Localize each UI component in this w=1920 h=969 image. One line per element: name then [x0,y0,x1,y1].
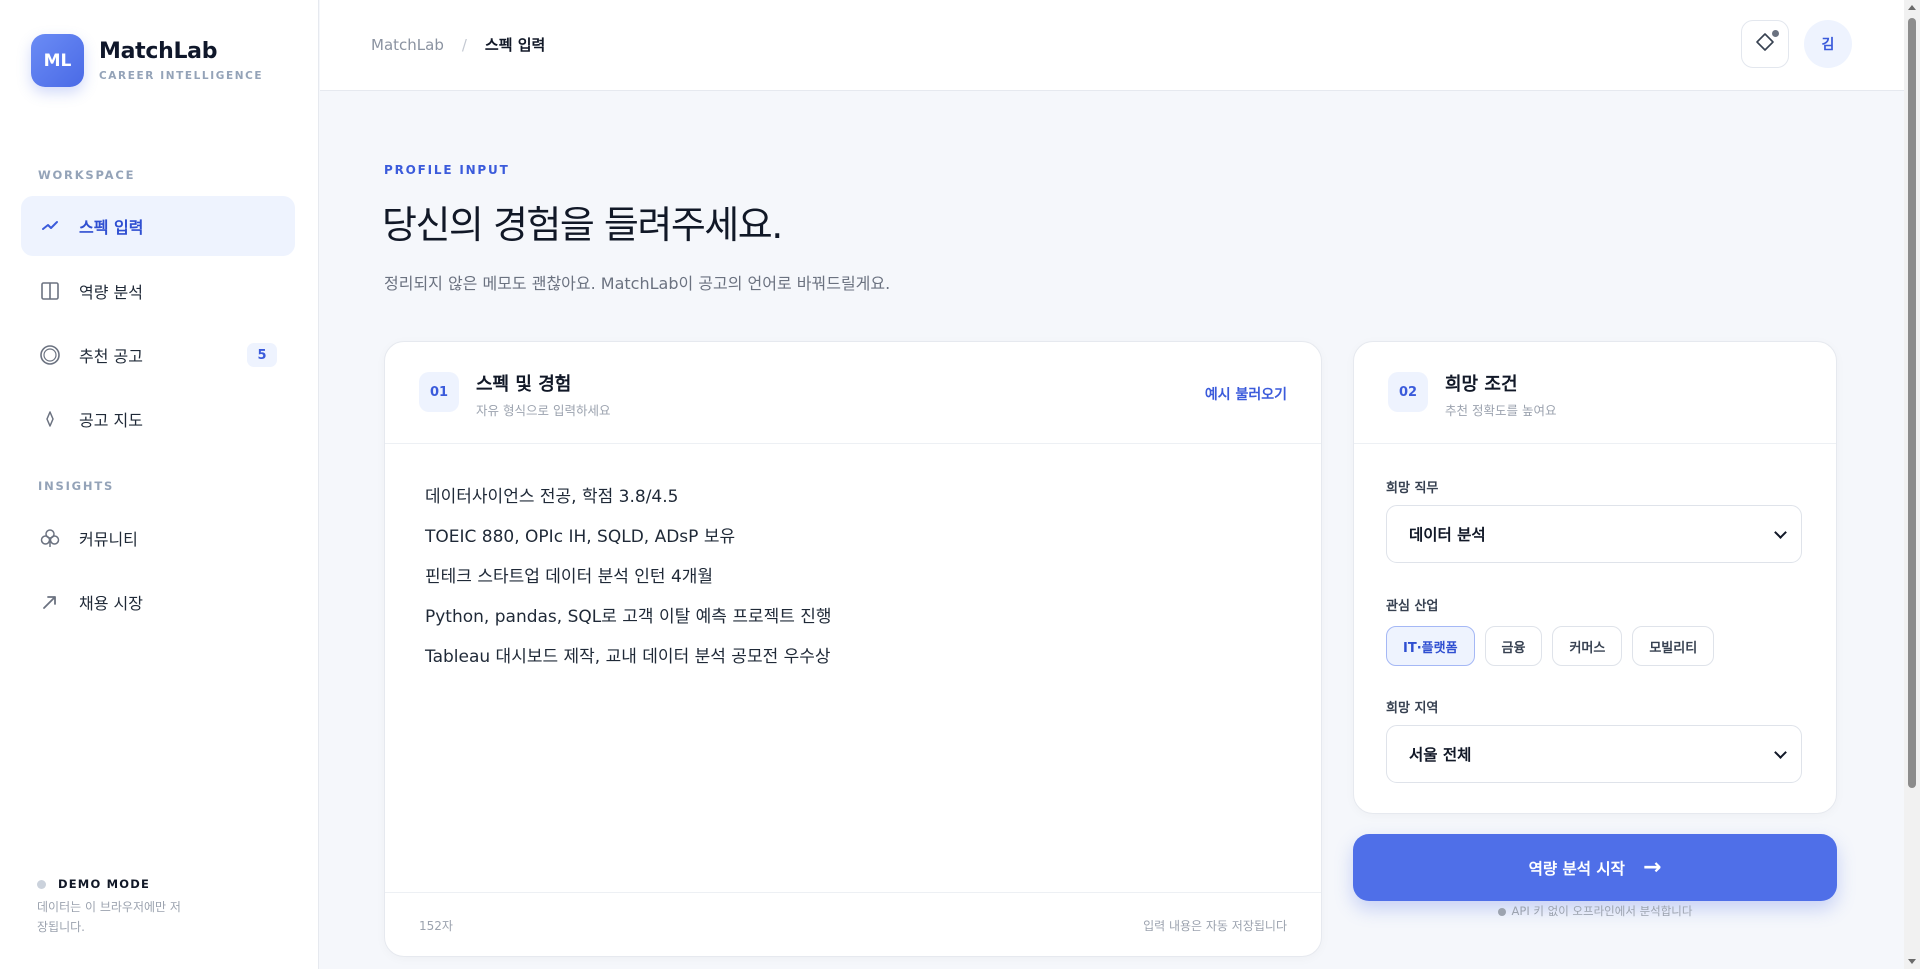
target-icon [39,344,61,366]
sidebar-item-label: 채용 시장 [79,594,143,613]
sidebar-item-community[interactable]: 커뮤니티 [21,508,295,568]
breadcrumb-separator: / [461,35,467,54]
avatar[interactable]: 김 [1804,20,1852,68]
section-eyebrow: PROFILE INPUT [384,163,510,177]
chevron-down-icon [1774,746,1787,759]
insights-section-label: INSIGHTS [38,479,115,493]
sidebar: ML MatchLab CAREER INTELLIGENCE WORKSPAC… [0,0,319,969]
scroll-thumb[interactable] [1908,18,1916,788]
sidebar-item-label: 역량 분석 [79,283,143,302]
sidebar-item-recommended-jobs[interactable]: 추천 공고 5 [21,325,295,385]
page-title: 당신의 경험을 들려주세요. [382,203,783,247]
spark-icon [39,215,61,237]
columns-icon [39,280,61,302]
step-badge: 01 [419,372,459,412]
spec-card-subtitle: 자유 형식으로 입력하세요 [476,403,611,418]
offline-note-text: API 키 없이 오프라인에서 분석합니다 [1511,904,1693,918]
sidebar-item-label: 공고 지도 [79,411,143,430]
scroll-up-icon[interactable] [1908,5,1916,10]
arrow-right-icon: → [1642,855,1662,880]
sidebar-item-hiring-market[interactable]: 채용 시장 [21,572,295,632]
preference-card-title: 희망 조건 [1445,374,1518,395]
breadcrumb-current: 스펙 입력 [484,36,546,54]
start-analysis-button[interactable]: 역량 분석 시작 → [1353,834,1837,901]
sidebar-item-spec-input[interactable]: 스펙 입력 [21,196,295,256]
pin-icon [39,408,61,430]
load-example-link[interactable]: 예시 불러오기 [1205,384,1287,404]
spec-line: Tableau 대시보드 제작, 교내 데이터 분석 공모전 우수상 [425,647,831,667]
job-select-value: 데이터 분석 [1409,526,1486,544]
notification-dot-icon [1772,30,1779,37]
sidebar-item-label: 스펙 입력 [79,218,144,237]
status-dot-icon [37,879,46,889]
job-field-label: 희망 직무 [1386,481,1439,496]
recommended-count-badge: 5 [247,343,277,367]
industry-chip-finance[interactable]: 금융 [1484,626,1543,666]
demo-mode-desc: 데이터는 이 브라우저에만 저장됩니다. [37,900,181,934]
region-field-label: 희망 지역 [1386,701,1439,716]
demo-mode-title: DEMO MODE [58,877,151,891]
region-select-value: 서울 전체 [1409,746,1472,764]
spec-line: Python, pandas, SQL로 고객 이탈 예측 프로젝트 진행 [425,607,832,627]
char-count: 152자 [419,919,453,933]
chevron-down-icon [1774,526,1787,539]
sidebar-item-job-map[interactable]: 공고 지도 [21,389,295,449]
spec-card-title: 스펙 및 경험 [476,374,572,395]
sidebar-item-label: 추천 공고 [79,347,143,366]
spec-textarea[interactable]: 데이터사이언스 전공, 학점 3.8/4.5 TOEIC 880, OPIc I… [425,485,832,685]
club-icon [39,527,61,549]
step-badge: 02 [1388,372,1428,412]
industry-chip-it-platform[interactable]: IT·플랫폼 [1386,626,1475,666]
start-analysis-label: 역량 분석 시작 [1528,859,1625,878]
industry-chips: IT·플랫폼 금융 커머스 모빌리티 [1386,626,1715,666]
breadcrumb-root[interactable]: MatchLab [371,36,444,54]
breadcrumb: MatchLab / 스펙 입력 [371,34,545,55]
sidebar-item-competency-analysis[interactable]: 역량 분석 [21,261,295,321]
page-scrollbar[interactable] [1904,0,1920,969]
spec-line: 핀테크 스타트업 데이터 분석 인턴 4개월 [425,567,714,587]
spec-line: TOEIC 880, OPIc IH, SQLD, ADsP 보유 [425,527,736,547]
brand-logo: ML [31,34,84,87]
top-header: MatchLab / 스펙 입력 김 [320,0,1904,91]
demo-mode-notice: DEMO MODE 데이터는 이 브라우저에만 저장됩니다. [37,877,187,937]
preference-card: 02 희망 조건 추천 정확도를 높여요 희망 직무 데이터 분석 관심 산업 … [1353,341,1837,814]
region-select[interactable]: 서울 전체 [1386,725,1802,783]
workspace-section-label: WORKSPACE [38,168,136,182]
job-select[interactable]: 데이터 분석 [1386,505,1802,563]
magic-button[interactable] [1741,20,1789,68]
industry-chip-commerce[interactable]: 커머스 [1552,626,1623,666]
autosave-note: 입력 내용은 자동 저장됩니다 [1143,919,1287,933]
spec-line: 데이터사이언스 전공, 학점 3.8/4.5 [425,487,679,507]
sidebar-item-label: 커뮤니티 [79,530,138,549]
brand[interactable]: ML MatchLab CAREER INTELLIGENCE [31,34,263,87]
trend-arrow-icon [39,591,61,613]
industry-field-label: 관심 산업 [1386,599,1439,614]
spec-card: 01 스펙 및 경험 자유 형식으로 입력하세요 예시 불러오기 데이터사이언스… [384,341,1322,957]
offline-note: API 키 없이 오프라인에서 분석합니다 [1353,903,1837,919]
page-lead: 정리되지 않은 메모도 괜찮아요. MatchLab이 공고의 언어로 바꿔드릴… [384,274,891,293]
status-dot-icon [1497,907,1506,916]
scroll-down-icon[interactable] [1908,959,1916,964]
preference-card-subtitle: 추천 정확도를 높여요 [1445,403,1557,418]
brand-name: MatchLab [99,39,218,64]
brand-tagline: CAREER INTELLIGENCE [99,70,264,82]
industry-chip-mobility[interactable]: 모빌리티 [1632,626,1715,666]
